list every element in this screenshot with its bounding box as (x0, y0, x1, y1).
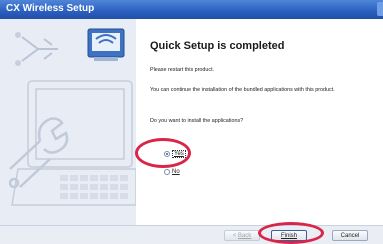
yes-highlight-circle (135, 138, 191, 168)
page-title: Quick Setup is completed (150, 40, 285, 52)
keyboard-grid (60, 175, 128, 199)
close-button-edge[interactable] (377, 2, 383, 16)
cancel-button[interactable]: Cancel (332, 230, 368, 241)
radio-no[interactable]: No (164, 169, 180, 175)
finish-highlight-circle (258, 222, 324, 244)
window-title: CX Wireless Setup (6, 3, 95, 14)
continue-text: You can continue the installation of the… (150, 87, 335, 93)
radio-no-button[interactable] (164, 169, 170, 175)
sidebar-illustration (8, 28, 136, 206)
cancel-button-label: Cancel (340, 233, 360, 239)
restart-text: Please restart this product. (150, 67, 215, 73)
question-text: Do you want to install the applications? (150, 118, 244, 124)
wrench-icon (8, 117, 69, 189)
network-icon (15, 32, 58, 66)
computer-icon (87, 28, 125, 61)
radio-no-label[interactable]: No (172, 169, 180, 175)
back-button-label: Back (237, 233, 252, 239)
back-button[interactable]: < Back (224, 230, 260, 241)
wizard-sidebar-graphic (0, 19, 136, 225)
title-bar[interactable]: CX Wireless Setup (0, 0, 383, 19)
button-bar: < Back Finish Cancel (0, 225, 383, 244)
content-panel: Quick Setup is completed Please restart … (135, 19, 383, 225)
setup-window: CX Wireless Setup Quick Setup is complet… (0, 0, 383, 244)
